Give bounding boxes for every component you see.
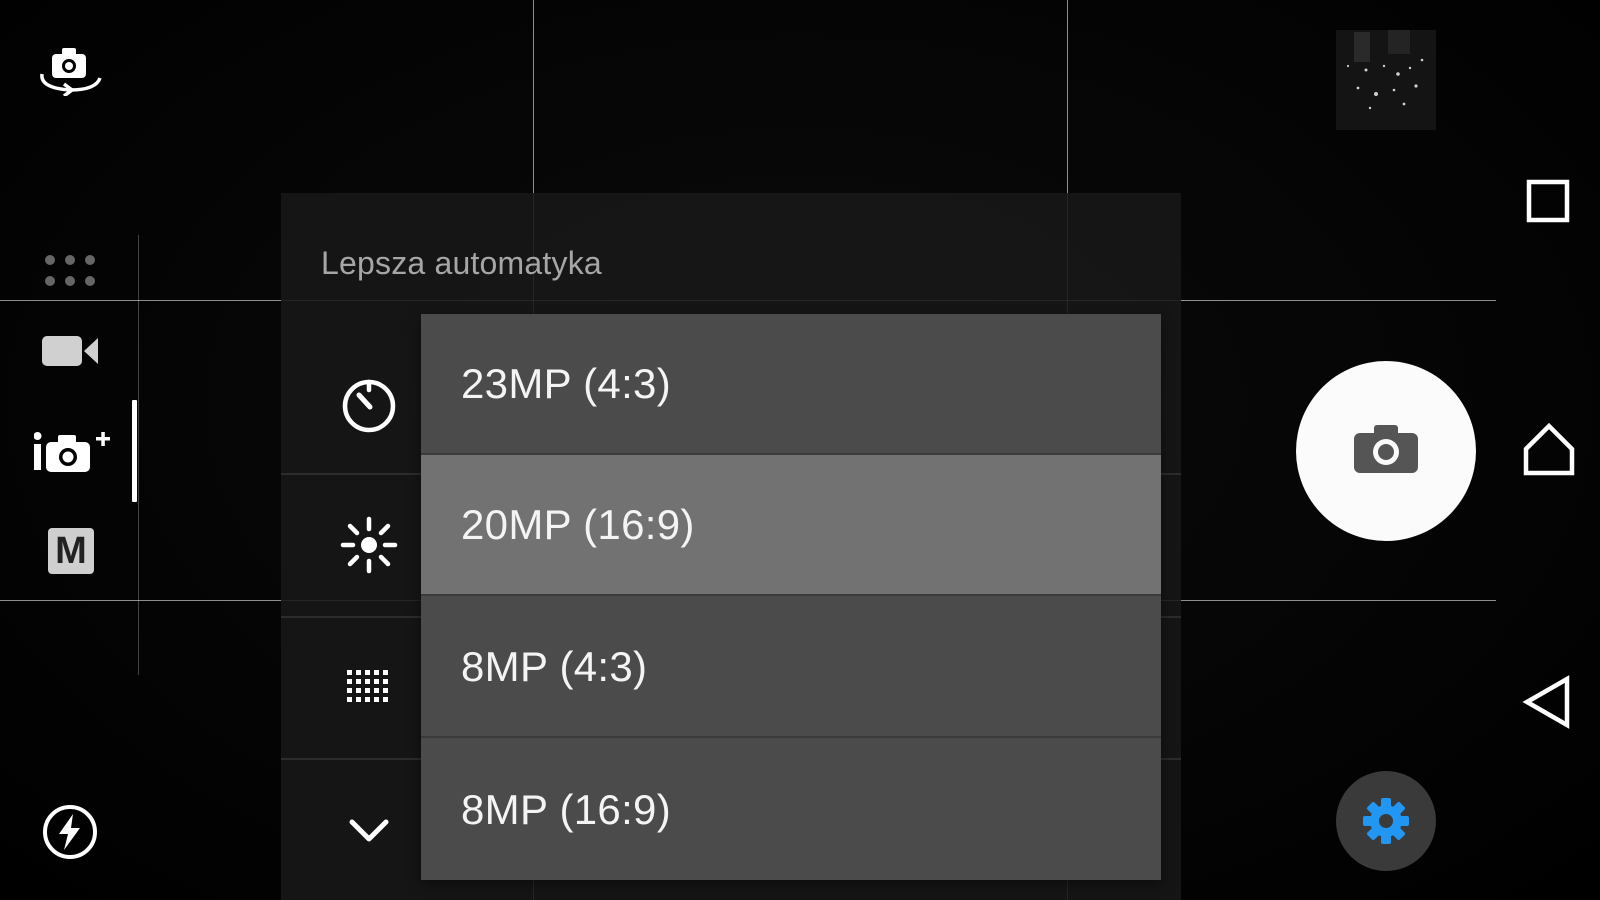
resolution-option-label: 20MP (16:9) (461, 500, 695, 548)
switch-camera-icon[interactable] (36, 44, 104, 96)
superior-auto-icon[interactable] (34, 430, 114, 474)
camera-viewfinder[interactable]: M Lepsza automatyka 23MP (4:3) 20MP (16:… (0, 0, 1600, 900)
resolution-option[interactable]: 23MP (4:3) (421, 314, 1161, 455)
recents-icon (1526, 179, 1570, 223)
chevron-down-icon[interactable] (339, 801, 399, 861)
resolution-grid-icon[interactable] (339, 658, 399, 718)
panel-title: Lepsza automatyka (321, 245, 602, 281)
flash-auto-icon[interactable] (42, 804, 98, 860)
resolution-option-selected[interactable]: 20MP (16:9) (421, 455, 1161, 596)
settings-button[interactable] (1336, 771, 1436, 871)
brightness-icon[interactable] (339, 515, 399, 575)
home-button[interactable] (1521, 422, 1577, 478)
back-icon (1522, 675, 1570, 729)
manual-mode-icon[interactable]: M (48, 528, 94, 574)
rail-separator (138, 235, 139, 675)
more-modes-icon[interactable] (44, 254, 98, 288)
video-mode-icon[interactable] (42, 334, 100, 368)
shutter-camera-icon (1354, 425, 1418, 473)
shutter-button[interactable] (1296, 361, 1476, 541)
back-button[interactable] (1521, 674, 1577, 730)
settings-gear-icon (1363, 798, 1409, 844)
self-timer-icon[interactable] (339, 373, 399, 433)
manual-mode-label: M (55, 530, 87, 572)
recents-button[interactable] (1521, 173, 1577, 229)
resolution-option-label: 23MP (4:3) (461, 359, 671, 407)
gallery-thumbnail[interactable] (1336, 30, 1436, 130)
home-icon (1523, 422, 1575, 476)
resolution-menu: 23MP (4:3) 20MP (16:9) 8MP (4:3) 8MP (16… (421, 314, 1161, 880)
resolution-option-label: 8MP (4:3) (461, 642, 648, 690)
resolution-option[interactable]: 8MP (4:3) (421, 597, 1161, 738)
active-mode-indicator (132, 400, 137, 502)
resolution-option-label: 8MP (16:9) (461, 785, 671, 833)
resolution-option[interactable]: 8MP (16:9) (421, 739, 1161, 880)
